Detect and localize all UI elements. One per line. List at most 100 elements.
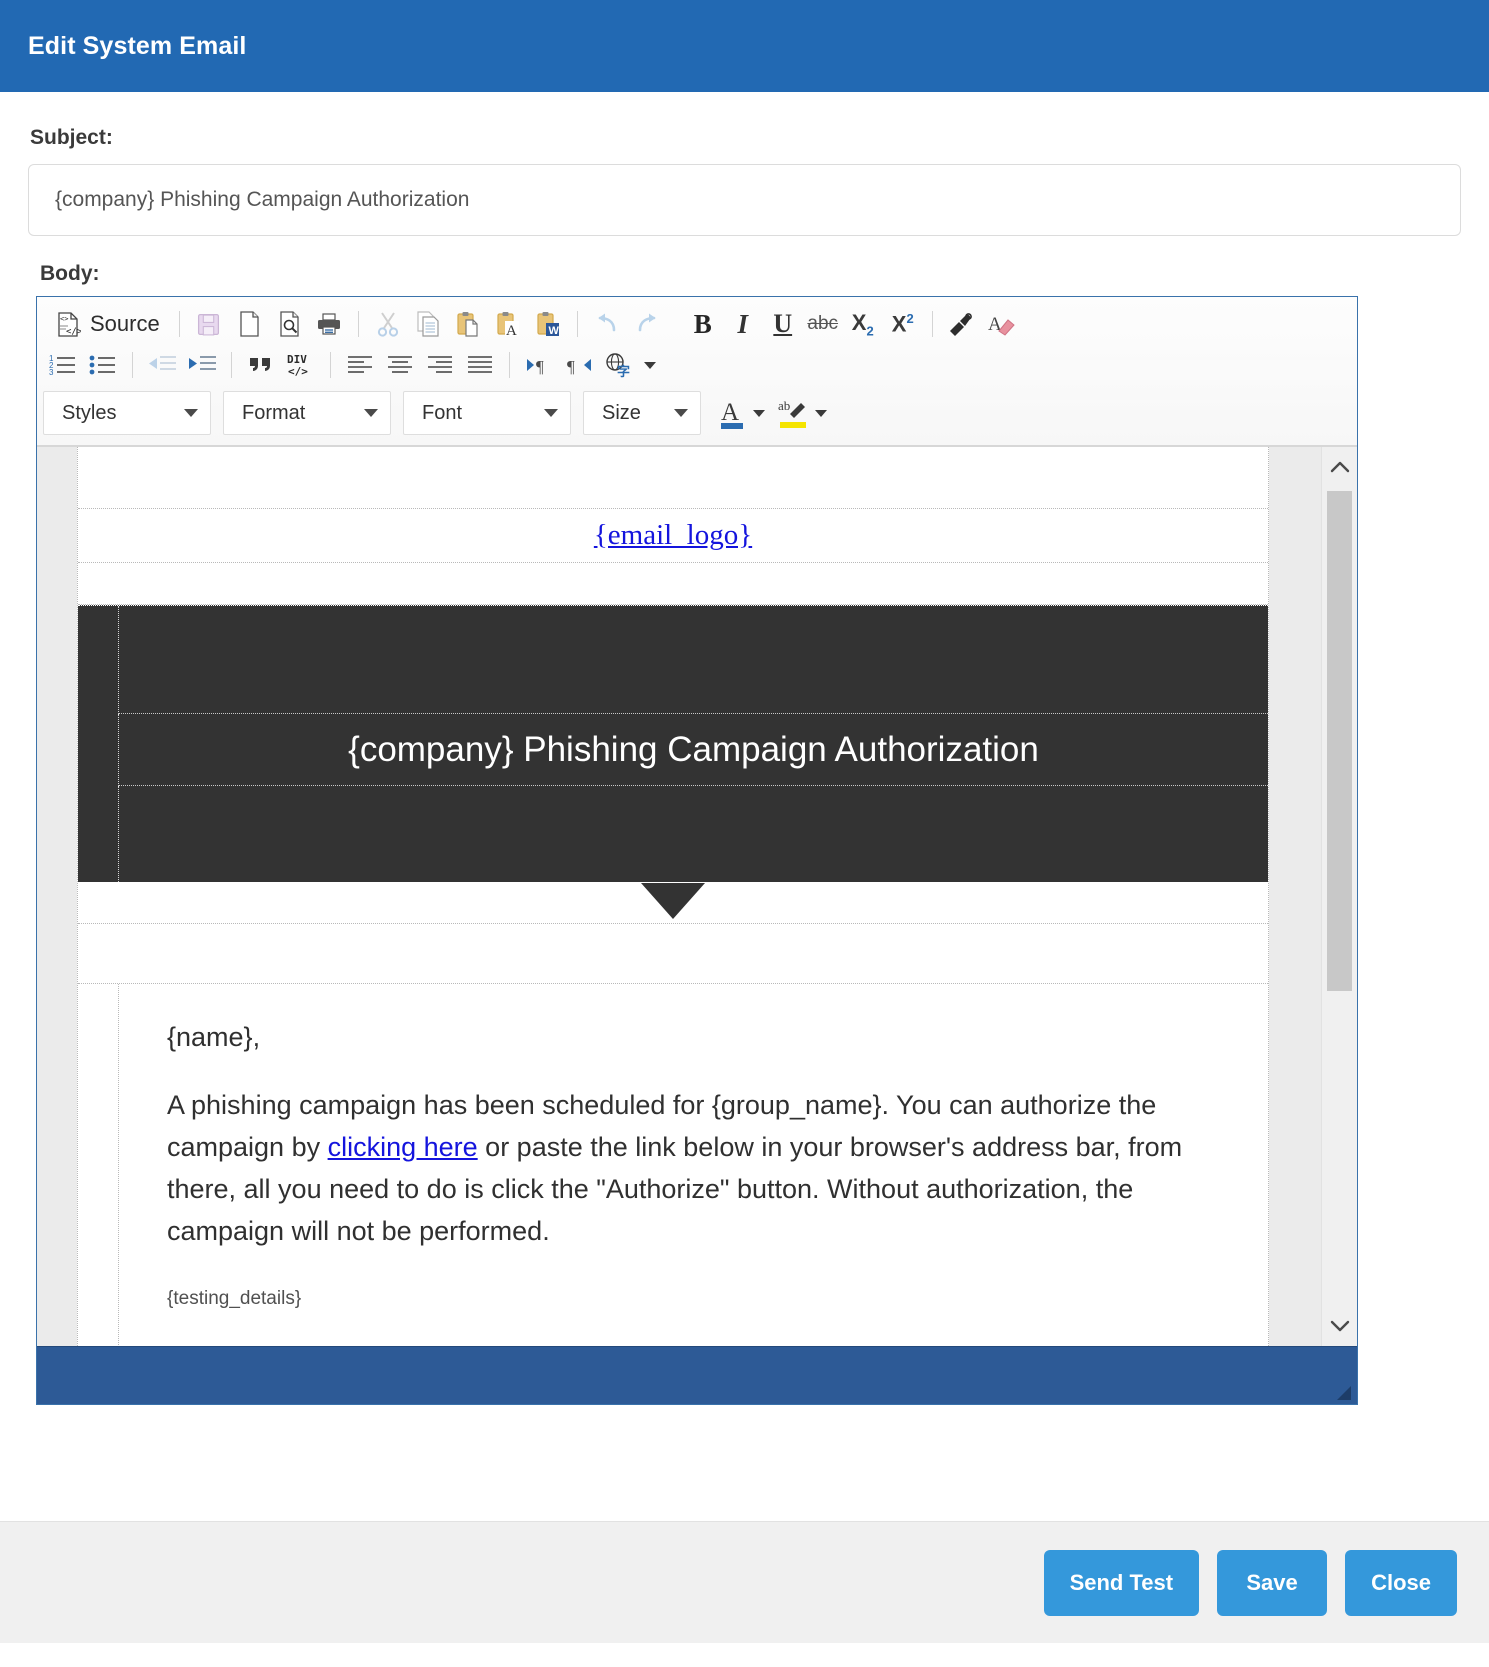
toolbar-separator (357, 311, 359, 337)
bg-color-icon: ab (778, 398, 806, 428)
scroll-thumb[interactable] (1327, 491, 1352, 991)
numbered-list-icon[interactable]: 1 2 3 (43, 346, 83, 384)
font-combo[interactable]: Font (403, 391, 571, 435)
text-color-button[interactable]: A (713, 394, 771, 432)
indent-icon[interactable] (182, 346, 222, 384)
email-text-body[interactable]: {name}, A phishing campaign has been sch… (118, 984, 1268, 1346)
ltr-icon[interactable]: ¶ (519, 346, 559, 384)
styles-combo[interactable]: Styles (43, 391, 211, 435)
email-logo-placeholder[interactable]: {email_logo} (594, 519, 752, 552)
banner-spacer-bottom (118, 786, 1268, 882)
undo-icon[interactable] (587, 305, 627, 343)
banner-arrow (78, 882, 1268, 924)
styles-combo-label: Styles (62, 401, 117, 424)
editor-toolbar: <> </> Source A W B I U abc X2 X2 A 1 2 … (37, 297, 1357, 446)
toolbar-separator (509, 352, 510, 378)
chevron-down-icon (674, 409, 688, 417)
email-logo-row: {email_logo} (78, 509, 1268, 563)
svg-text:A: A (721, 399, 739, 426)
size-combo[interactable]: Size (583, 391, 701, 435)
svg-text:¶: ¶ (567, 357, 575, 376)
bg-color-button[interactable]: ab (771, 394, 833, 432)
banner-title: {company} Phishing Campaign Authorizatio… (348, 729, 1039, 769)
underline-icon[interactable]: U (763, 305, 803, 343)
chevron-down-icon (753, 409, 765, 417)
align-right-icon[interactable] (420, 346, 460, 384)
resize-handle-icon[interactable] (1337, 1386, 1351, 1400)
paste-text-icon[interactable]: A (488, 305, 528, 343)
format-combo-label: Format (242, 401, 306, 424)
source-button[interactable]: <> </> Source (43, 306, 170, 342)
chevron-down-icon (815, 409, 827, 417)
svg-text:A: A (506, 323, 517, 337)
print-icon[interactable] (309, 305, 349, 343)
text-color-icon: A (721, 399, 743, 429)
preview-icon[interactable] (269, 305, 309, 343)
bulleted-list-icon[interactable] (83, 346, 123, 384)
send-test-button[interactable]: Send Test (1043, 1549, 1200, 1616)
svg-text:字: 字 (617, 364, 630, 378)
font-combo-label: Font (422, 401, 463, 424)
edit-system-email-modal: Edit System Email Subject: Body: <> (0, 0, 1489, 1667)
align-center-icon[interactable] (380, 346, 420, 384)
source-icon: <> </> (55, 310, 81, 338)
toolbar-row-3: Styles Format Font Size A ab (43, 385, 1351, 437)
chevron-down-icon (544, 409, 558, 417)
size-combo-label: Size (602, 401, 641, 424)
content-gap-row (78, 924, 1268, 984)
justify-icon[interactable] (460, 346, 500, 384)
toolbar-row-2: 1 2 3 DIV </> ¶ ¶ 字 (43, 345, 1351, 385)
paste-word-icon[interactable]: W (528, 305, 568, 343)
source-label: Source (90, 311, 160, 336)
logo-spacer-bottom (78, 563, 1268, 605)
rtl-icon[interactable]: ¶ (559, 346, 599, 384)
modal-body: Subject: Body: <> (0, 92, 1489, 1495)
save-icon[interactable] (189, 305, 229, 343)
copy-icon[interactable] (408, 305, 448, 343)
rich-text-editor: <> </> Source A W B I U abc X2 X2 A 1 2 … (36, 296, 1358, 1405)
svg-text:ab: ab (778, 398, 790, 413)
toolbar-separator (231, 352, 232, 378)
italic-icon[interactable]: I (723, 305, 763, 343)
toolbar-row-1: <> </> Source A W B I U abc X2 X2 A (43, 303, 1351, 345)
scroll-down-arrow[interactable] (1322, 1306, 1357, 1346)
language-caret-icon[interactable] (639, 346, 661, 384)
language-icon[interactable]: 字 (599, 346, 639, 384)
redo-icon[interactable] (627, 305, 667, 343)
format-combo[interactable]: Format (223, 391, 391, 435)
remove-format-icon[interactable]: A (982, 305, 1022, 343)
close-button[interactable]: Close (1345, 1549, 1457, 1616)
email-document: {email_logo} {company} Phishing Campaign… (77, 447, 1269, 1346)
div-container-icon[interactable]: DIV </> (281, 346, 321, 384)
chevron-down-icon (184, 409, 198, 417)
email-banner: {company} Phishing Campaign Authorizatio… (78, 605, 1268, 882)
svg-text:<>: <> (60, 315, 68, 323)
blockquote-icon[interactable] (241, 346, 281, 384)
superscript-icon[interactable]: X2 (883, 305, 923, 343)
toolbar-separator (330, 352, 331, 378)
body-label: Body: (40, 262, 100, 285)
editor-scrollbar[interactable] (1321, 447, 1357, 1346)
strikethrough-icon[interactable]: abc (803, 305, 843, 343)
banner-title-row: {company} Phishing Campaign Authorizatio… (118, 714, 1268, 786)
banner-spacer-top (118, 606, 1268, 714)
save-button[interactable]: Save (1217, 1549, 1328, 1616)
bold-icon[interactable]: B (683, 305, 723, 343)
outdent-icon[interactable] (142, 346, 182, 384)
new-page-icon[interactable] (229, 305, 269, 343)
editor-content-area[interactable]: {email_logo} {company} Phishing Campaign… (37, 446, 1357, 1346)
align-left-icon[interactable] (340, 346, 380, 384)
clicking-here-link[interactable]: clicking here (328, 1132, 478, 1162)
modal-header: Edit System Email (0, 0, 1489, 92)
paste-icon[interactable] (448, 305, 488, 343)
svg-text:3: 3 (49, 368, 54, 377)
bottom-strip (0, 1643, 1489, 1667)
scroll-up-arrow[interactable] (1322, 447, 1357, 487)
subject-input[interactable] (28, 164, 1461, 236)
svg-text:¶: ¶ (536, 357, 544, 376)
main-paragraph: A phishing campaign has been scheduled f… (167, 1085, 1224, 1252)
subscript-icon[interactable]: X2 (843, 305, 883, 343)
copy-formatting-icon[interactable] (942, 305, 982, 343)
toolbar-separator (931, 311, 933, 337)
cut-icon[interactable] (368, 305, 408, 343)
